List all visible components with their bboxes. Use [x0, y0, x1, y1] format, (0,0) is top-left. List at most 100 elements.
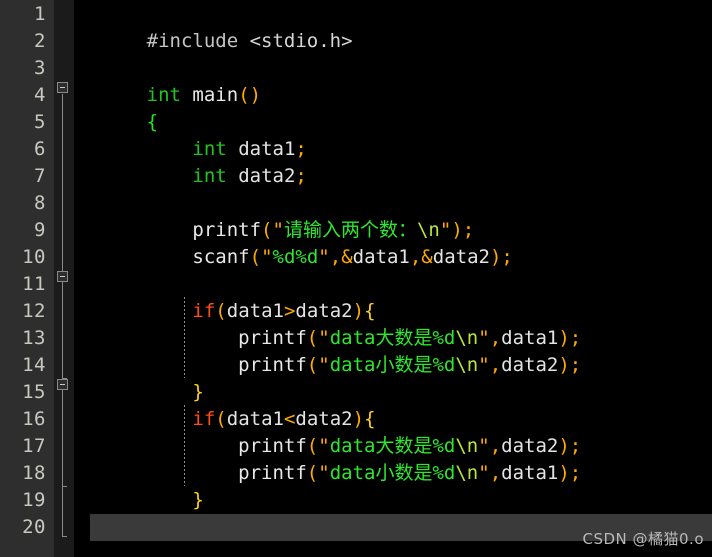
token-comma: ,	[489, 435, 502, 457]
token-paren-open: (	[306, 327, 319, 349]
token-paren-open: (	[249, 246, 262, 268]
csdn-watermark: CSDN @橘猫0.o	[582, 530, 704, 548]
token-operator-greater-than: >	[283, 300, 296, 322]
token-escape-newline: \n	[416, 219, 440, 241]
token-comma: ,	[489, 462, 502, 484]
token-escape-newline: \n	[455, 462, 479, 484]
token-escape-newline: \n	[455, 435, 479, 457]
line-number: 6	[34, 138, 46, 160]
token-identifier-data1: data1	[352, 246, 410, 268]
line-number: 1	[34, 3, 46, 25]
token-paren-open: (	[306, 462, 319, 484]
token-quote-close: "	[478, 354, 490, 376]
token-string-literal: data小数是%d	[329, 462, 456, 484]
token-escape-newline: \n	[455, 327, 479, 349]
line-number: 18	[22, 462, 46, 484]
token-function-printf: printf	[238, 354, 307, 376]
token-keyword-int: int	[192, 138, 227, 160]
token-paren-close: )	[352, 300, 365, 322]
token-paren-close: )	[249, 84, 262, 106]
code-line-1[interactable]: #include <stdio.h>	[74, 1, 712, 52]
token-quote-open: "	[318, 354, 330, 376]
line-number: 16	[22, 408, 46, 430]
token-format-string: %d%d	[272, 246, 319, 268]
token-paren-open: (	[306, 354, 319, 376]
token-quote-open: "	[261, 246, 273, 268]
fold-toggle-icon-if2[interactable]	[57, 379, 68, 390]
token-operator-less-than: <	[283, 408, 296, 430]
code-line-11[interactable]: if(data1>data2){	[74, 271, 712, 322]
token-quote-close: "	[439, 219, 452, 241]
token-brace-open: {	[364, 408, 376, 430]
token-address-of: &	[341, 246, 353, 268]
line-number-gutter: 1 2 3 4 5 6 7 8 9 10 11 12 13 14 15 16 1…	[0, 0, 54, 557]
token-quote-close: "	[318, 246, 330, 268]
token-brace-open: {	[146, 111, 159, 133]
token-include-header: <stdio.h>	[238, 30, 353, 52]
code-line-8[interactable]: printf("请输入两个数：\n");	[74, 190, 712, 241]
token-keyword-if: if	[192, 408, 216, 430]
token-paren-open: (	[215, 300, 227, 322]
token-paren-close: )	[451, 219, 463, 241]
token-string-literal: 请输入两个数：	[283, 219, 417, 241]
fold-toggle-icon-main[interactable]	[57, 82, 68, 93]
token-quote-open: "	[318, 327, 330, 349]
token-address-of: &	[421, 246, 433, 268]
token-quote-close: "	[478, 462, 490, 484]
token-identifier-data1: data1	[226, 408, 284, 430]
token-paren-close: )	[352, 408, 365, 430]
fold-range-end-main	[62, 536, 67, 537]
token-semicolon: ;	[295, 165, 307, 187]
token-identifier-data2: data2	[432, 246, 490, 268]
token-paren-close: )	[489, 246, 502, 268]
line-number: 12	[22, 300, 46, 322]
fold-toggle-icon-if1[interactable]	[57, 271, 68, 282]
line-number: 13	[22, 327, 46, 349]
line-number: 9	[34, 219, 46, 241]
token-semicolon: ;	[569, 354, 582, 376]
token-function-printf: printf	[238, 435, 307, 457]
token-quote-open: "	[318, 435, 330, 457]
code-content-area[interactable]: #include <stdio.h> int main() { int data…	[74, 0, 712, 557]
line-number: 8	[34, 192, 46, 214]
line-number: 7	[34, 165, 46, 187]
token-string-literal: data大数是%d	[329, 327, 456, 349]
token-semicolon: ;	[501, 246, 513, 268]
code-line-3[interactable]: int main()	[74, 55, 712, 106]
code-folding-gutter[interactable]	[54, 0, 74, 557]
token-string-literal: data大数是%d	[329, 435, 456, 457]
token-function-scanf: scanf	[192, 246, 250, 268]
token-semicolon: ;	[569, 327, 582, 349]
token-keyword-if: if	[192, 300, 216, 322]
token-brace-close: }	[192, 381, 204, 403]
code-editor[interactable]: 1 2 3 4 5 6 7 8 9 10 11 12 13 14 15 16 1…	[0, 0, 712, 557]
code-line-5[interactable]: int data1;	[74, 109, 712, 160]
token-paren-close: )	[558, 327, 570, 349]
token-identifier-arg: data2	[501, 354, 559, 376]
line-number: 19	[22, 489, 46, 511]
token-paren-close: )	[558, 435, 570, 457]
token-identifier-data2: data2	[238, 165, 296, 187]
token-comma: ,	[489, 327, 502, 349]
line-number: 4	[34, 84, 46, 106]
line-number: 3	[34, 57, 46, 79]
line-number: 15	[22, 381, 46, 403]
token-semicolon: ;	[462, 219, 475, 241]
token-comma: ,	[409, 246, 422, 268]
line-number: 11	[22, 273, 46, 295]
token-keyword-int: int	[146, 84, 181, 106]
token-semicolon: ;	[569, 435, 582, 457]
